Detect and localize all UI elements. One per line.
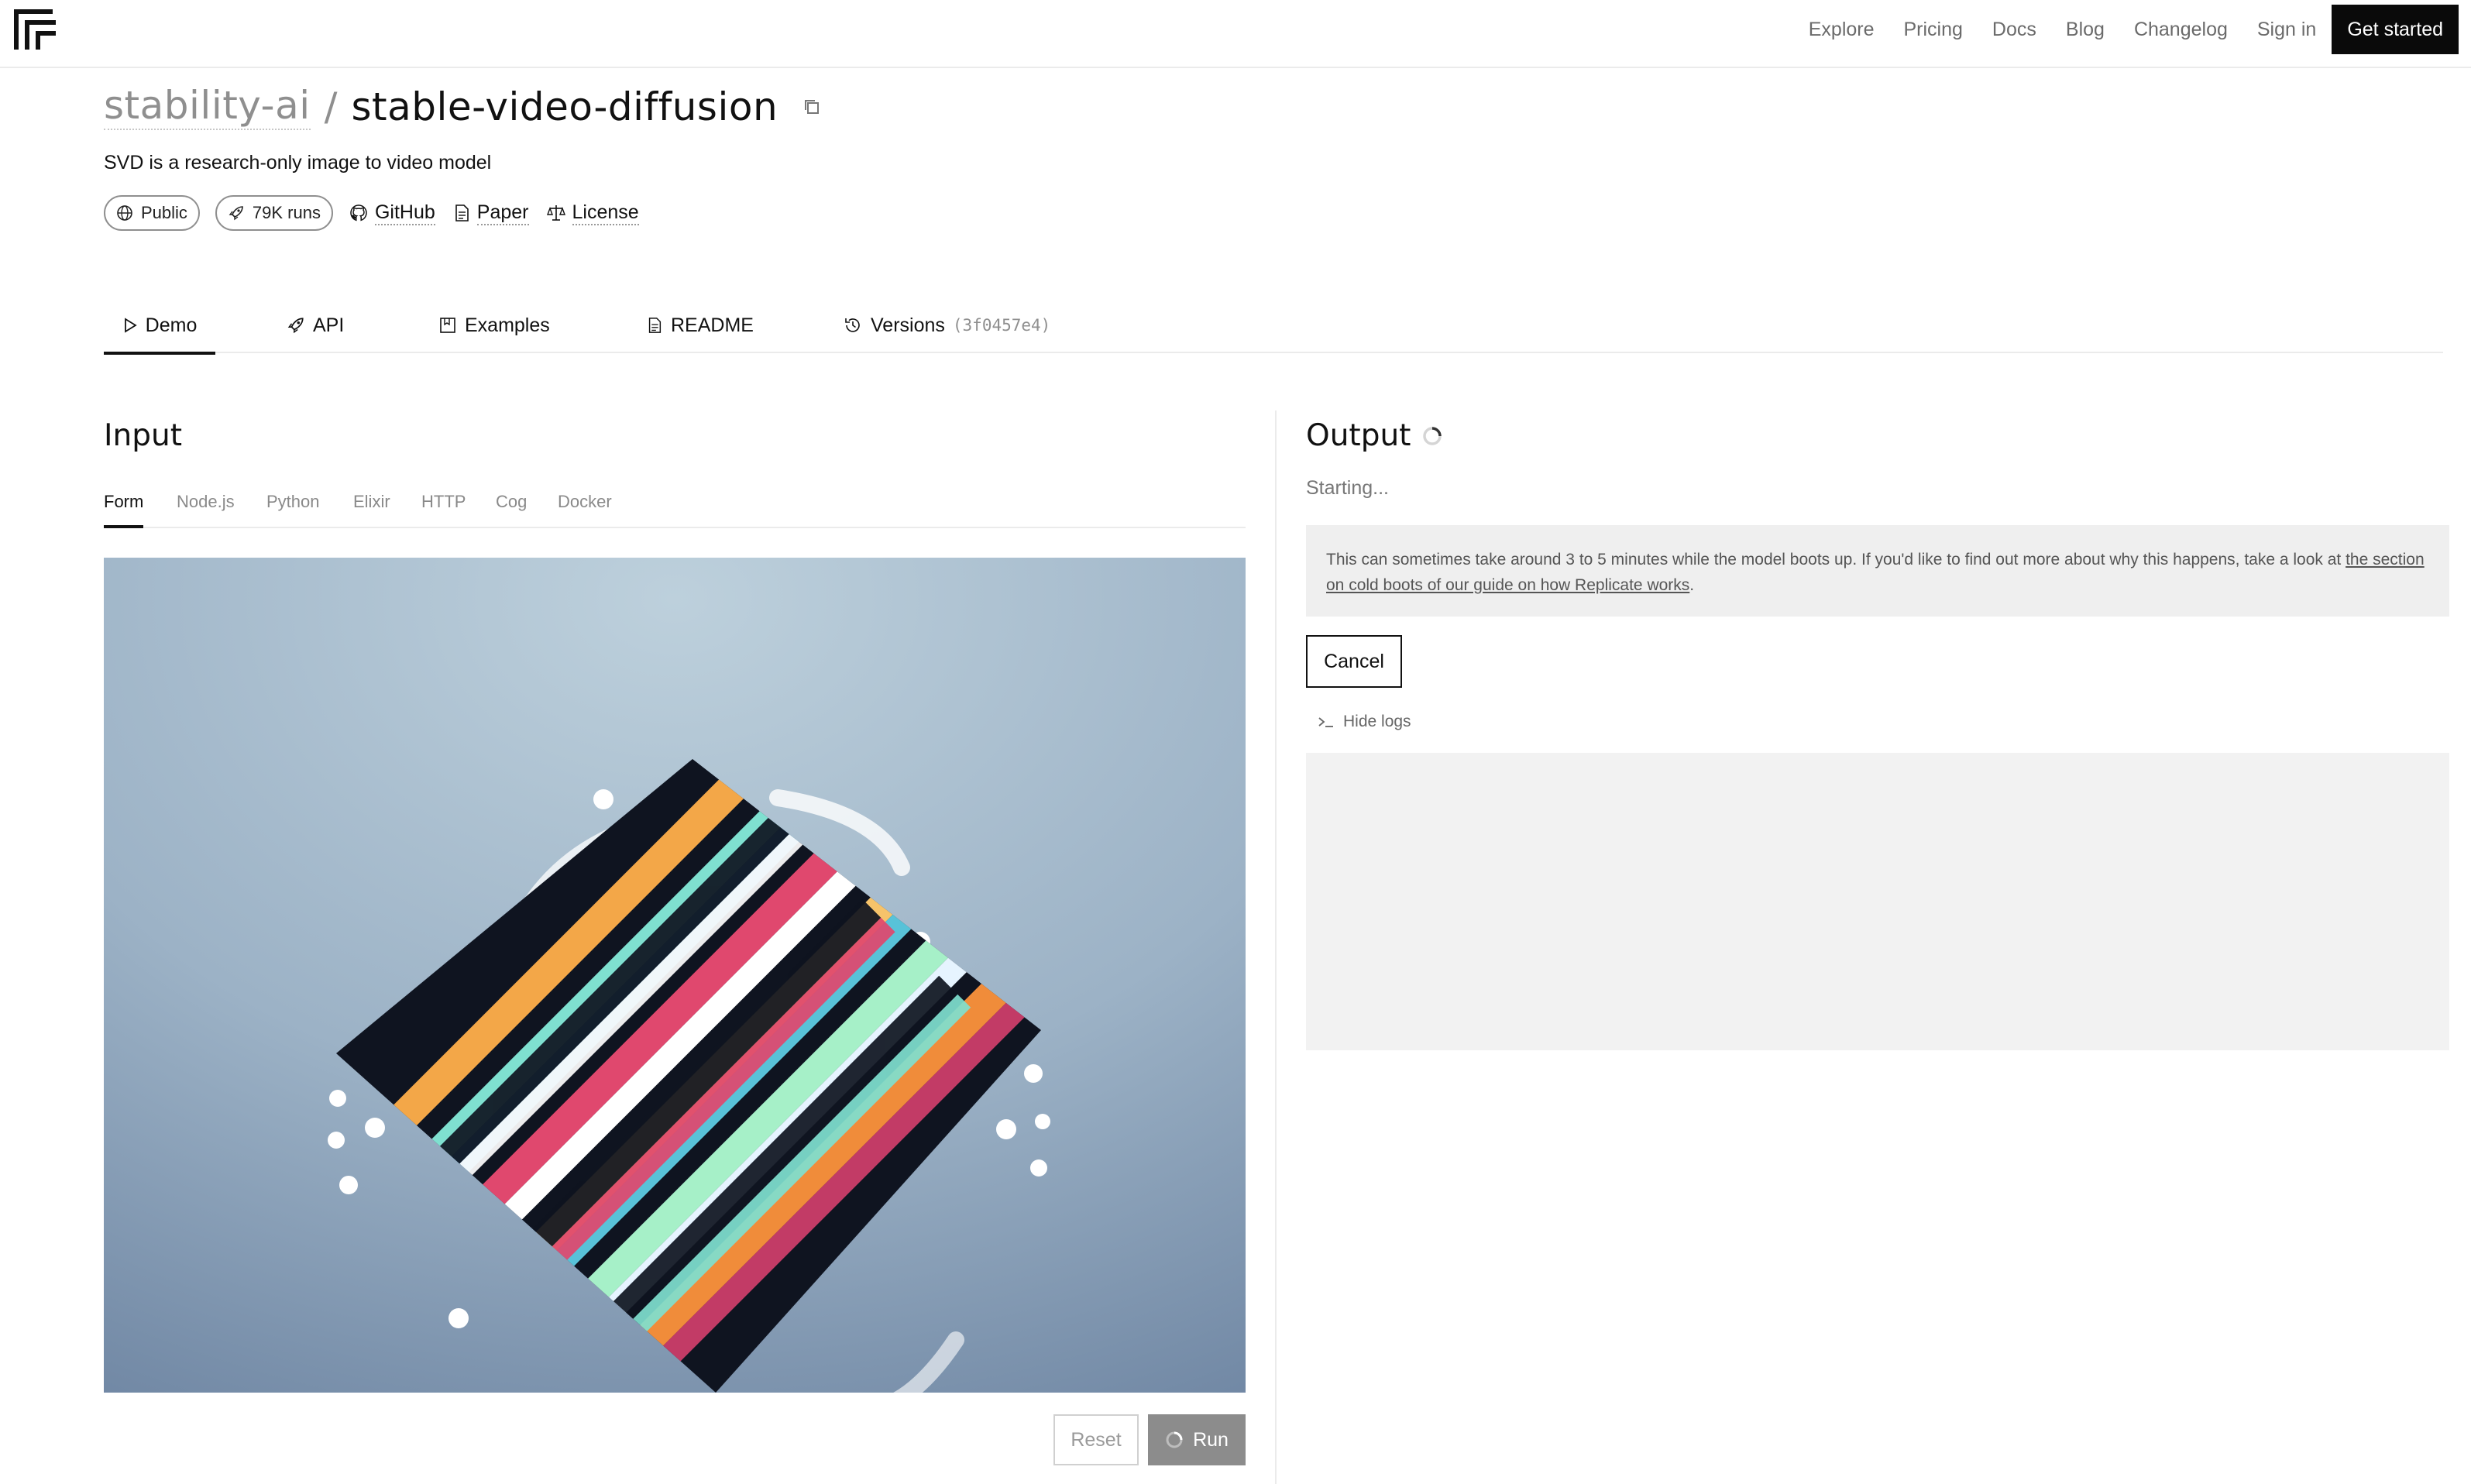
input-image: [104, 558, 1246, 1393]
notice-end: .: [1689, 576, 1695, 594]
input-image-preview[interactable]: [104, 558, 1246, 1393]
scale-icon: [546, 205, 565, 221]
cancel-button[interactable]: Cancel: [1306, 635, 1402, 688]
cold-boot-notice: This can sometimes take around 3 to 5 mi…: [1306, 525, 2449, 617]
nav-blog[interactable]: Blog: [2066, 19, 2105, 41]
paper-label: Paper: [476, 201, 529, 225]
subtab-elixir[interactable]: Elixir: [353, 477, 390, 527]
tab-readme-label: README: [671, 314, 754, 336]
main-nav: Explore Pricing Docs Blog Changelog Sign…: [1779, 5, 2459, 54]
title-separator: /: [324, 84, 338, 129]
license-link[interactable]: License: [546, 201, 639, 225]
subtab-python[interactable]: Python: [266, 477, 320, 527]
nav-explore[interactable]: Explore: [1809, 19, 1875, 41]
rocket-icon: [229, 206, 243, 221]
get-started-button[interactable]: Get started: [2332, 5, 2459, 54]
prediction-status: Starting...: [1306, 477, 1389, 499]
input-heading: Input: [104, 418, 182, 453]
model-meta: Public 79K runs GitHub Paper License: [104, 195, 656, 231]
tab-examples-label: Examples: [465, 314, 550, 336]
play-icon: [124, 318, 137, 333]
runs-badge: 79K runs: [215, 195, 333, 231]
rocket-icon: [287, 318, 304, 334]
globe-icon: [117, 205, 132, 221]
tab-examples[interactable]: Examples: [438, 297, 550, 353]
subtab-nodejs[interactable]: Node.js: [177, 477, 235, 527]
subtab-docker[interactable]: Docker: [558, 477, 612, 527]
run-button[interactable]: Run: [1148, 1414, 1246, 1465]
subtab-cog[interactable]: Cog: [496, 477, 527, 527]
reset-button[interactable]: Reset: [1053, 1414, 1139, 1465]
tab-versions[interactable]: Versions (3f0457e4): [843, 297, 1050, 353]
spinner-icon: [1166, 1431, 1183, 1448]
logs-panel[interactable]: [1306, 753, 2449, 1050]
github-icon: [350, 204, 367, 222]
visibility-badge: Public: [104, 195, 200, 231]
license-label: License: [572, 201, 639, 225]
paper-link[interactable]: Paper: [452, 201, 529, 225]
visibility-label: Public: [141, 203, 187, 222]
history-icon: [845, 318, 860, 332]
subtab-http[interactable]: HTTP: [421, 477, 466, 527]
document-icon: [648, 318, 662, 333]
panel-divider: [1275, 411, 1277, 1484]
github-label: GitHub: [374, 201, 435, 225]
version-hash: (3f0457e4): [952, 316, 1051, 335]
spinner-icon: [1423, 426, 1442, 445]
tab-versions-label: Versions: [871, 314, 945, 336]
github-link[interactable]: GitHub: [349, 201, 435, 225]
copy-icon[interactable]: [801, 96, 823, 118]
model-tabs: Demo API Examples README Versions (3f045…: [104, 297, 2443, 355]
tab-readme[interactable]: README: [646, 297, 754, 353]
run-label: Run: [1193, 1428, 1229, 1451]
hide-logs-toggle[interactable]: Hide logs: [1317, 713, 1411, 731]
tab-api-label: API: [313, 314, 345, 336]
owner-link[interactable]: stability-ai: [104, 83, 311, 130]
nav-sign-in[interactable]: Sign in: [2257, 19, 2316, 41]
tab-demo-label: Demo: [145, 314, 198, 336]
model-description: SVD is a research-only image to video mo…: [104, 152, 492, 173]
tab-api[interactable]: API: [287, 297, 344, 353]
subtab-form[interactable]: Form: [104, 477, 144, 528]
model-title: stability-ai / stable-video-diffusion: [104, 83, 823, 130]
top-navbar: Explore Pricing Docs Blog Changelog Sign…: [0, 0, 2471, 68]
terminal-icon: [1318, 717, 1333, 727]
input-format-tabs: Form Node.js Python Elixir HTTP Cog Dock…: [104, 477, 1246, 528]
nav-docs[interactable]: Docs: [1992, 19, 2036, 41]
model-name: stable-video-diffusion: [351, 84, 778, 129]
notice-text: This can sometimes take around 3 to 5 mi…: [1326, 551, 2346, 569]
replicate-logo-icon[interactable]: [12, 6, 57, 51]
bookmark-icon: [440, 318, 455, 333]
output-title: Output: [1306, 418, 1411, 453]
tab-demo[interactable]: Demo: [104, 297, 215, 355]
runs-count: 79K runs: [252, 203, 321, 222]
hide-logs-label: Hide logs: [1343, 713, 1411, 730]
nav-pricing[interactable]: Pricing: [1904, 19, 1963, 41]
nav-changelog[interactable]: Changelog: [2134, 19, 2228, 41]
output-heading: Output: [1306, 418, 1443, 453]
document-icon: [455, 204, 469, 222]
